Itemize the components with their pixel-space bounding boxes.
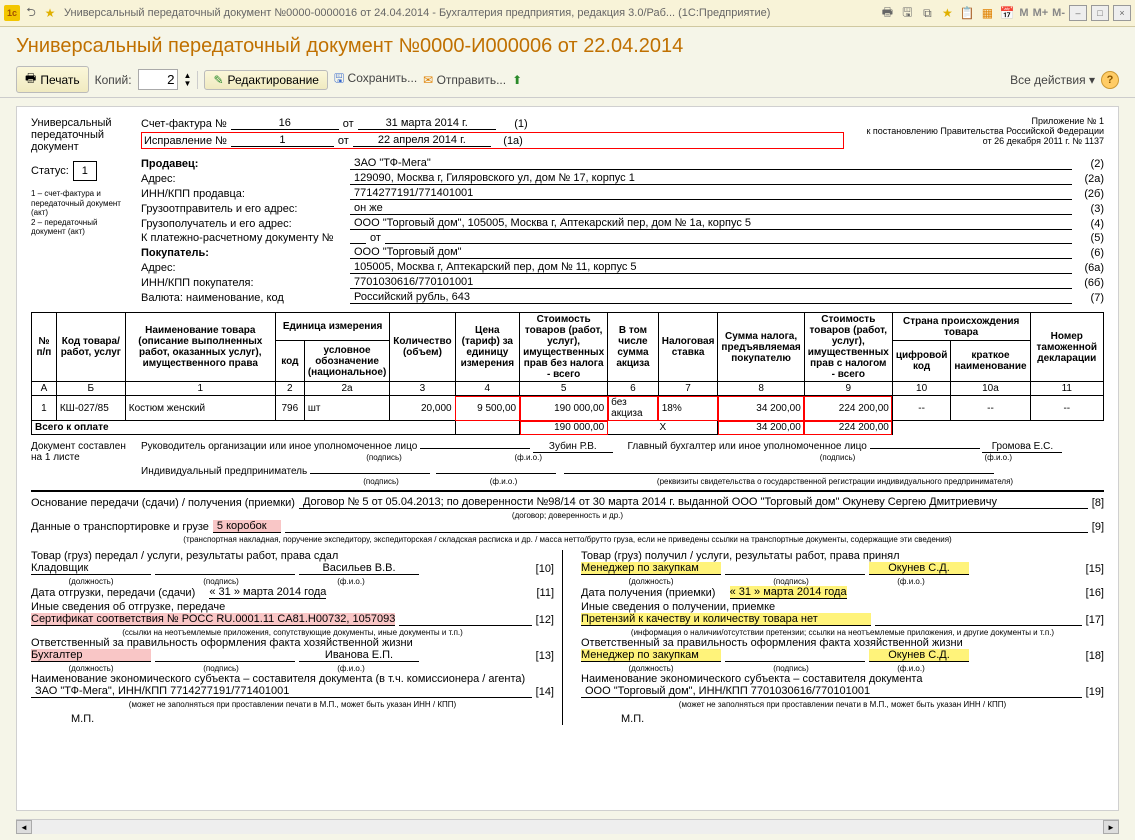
other-ship-info: Сертификат соответствия № РОСС RU.0001.1… (31, 613, 395, 626)
price-highlight: 9 500,00 (455, 396, 520, 421)
items-table: № п/п Код товара/ работ, услуг Наименова… (31, 312, 1104, 435)
mem-mminus[interactable]: M- (1052, 7, 1065, 19)
close-button[interactable]: × (1113, 5, 1131, 21)
received-label: Товар (груз) получил / услуги, результат… (581, 550, 1104, 562)
passed-label: Товар (груз) передал / услуги, результат… (31, 550, 554, 562)
chevron-down-icon: ▾ (1089, 73, 1095, 87)
receive-date: « 31 » марта 2014 года (730, 586, 847, 599)
app-icon-1c: 1c (4, 5, 20, 21)
receiver-position: Менеджер по закупкам (581, 562, 721, 575)
maximize-button[interactable]: □ (1091, 5, 1109, 21)
document-area[interactable]: Универсальный передаточный документ Стат… (16, 106, 1119, 811)
chief-name: Громова Е.С. (982, 441, 1062, 453)
head-name: Зубин Р.В. (533, 441, 613, 453)
resp-sign-right (725, 661, 865, 662)
send-button[interactable]: ✉ Отправить... (423, 73, 506, 87)
resp-name-right: Окунев С.Д. (869, 649, 969, 662)
receiver-name: Окунев С.Д. (869, 562, 969, 575)
seller-inn: 7714277191/771401001 (350, 187, 1072, 200)
econ-subject-left: ЗАО "ТФ-Мега", ИНН/КПП 7714277191/771401… (31, 685, 532, 698)
spinner-icon[interactable]: ▲▼ (184, 72, 192, 88)
export-icon[interactable]: ⬆ (512, 73, 522, 87)
receiver-sign (725, 574, 865, 575)
compare-icon[interactable]: ⧉ (919, 5, 935, 21)
correction-row: Исправление № 1 от 22 апреля 2014 г. (1а… (141, 132, 844, 149)
calendar-icon[interactable]: 📅 (999, 5, 1015, 21)
transport-label: Данные о транспортировке и грузе (31, 521, 209, 533)
printer-icon: 🖶 (25, 69, 36, 90)
sf-no-label: Счет-фактура № (141, 118, 227, 130)
status-label: Статус: (31, 165, 69, 177)
doc-pages-label: Документ составлен на 1 листе (31, 441, 131, 486)
status-value: 1 (73, 161, 97, 181)
diskette-icon: 🖫 (334, 71, 344, 85)
buyer-value: ООО "Торговый дом" (350, 246, 1072, 259)
clipboard-icon[interactable]: 📋 (959, 5, 975, 21)
help-button[interactable]: ? (1101, 71, 1119, 89)
mail-icon: ✉ (423, 73, 433, 87)
seller-address: 129090, Москва г, Гиляровского ул, дом №… (350, 172, 1072, 185)
sender-position: Кладовщик (31, 562, 151, 575)
copies-input[interactable] (138, 69, 178, 90)
buyer-address: 105005, Москва г, Аптекарский пер, дом №… (350, 261, 1072, 274)
minimize-button[interactable]: – (1069, 5, 1087, 21)
save-button[interactable]: 🖫 Сохранить... (334, 69, 417, 90)
doc-type-label: Универсальный передаточный документ (31, 117, 131, 153)
appendix-line3: от 26 декабря 2011 г. № 1137 (844, 137, 1104, 147)
resp-name-left: Иванова Е.П. (299, 649, 419, 662)
mem-m[interactable]: M (1019, 7, 1028, 19)
print-button[interactable]: 🖶 Печать (16, 66, 89, 93)
scroll-left-icon[interactable]: ◄ (16, 820, 32, 834)
ship-date: « 31 » марта 2014 года (209, 586, 326, 599)
seller-value: ЗАО "ТФ-Мега" (350, 157, 1072, 170)
sender-name: Васильев В.В. (299, 562, 419, 575)
head-sign (420, 448, 530, 449)
mem-mplus[interactable]: M+ (1033, 7, 1049, 19)
window-title: Универсальный передаточный документ №000… (64, 7, 879, 19)
calc-icon[interactable]: ▦ (979, 5, 995, 21)
econ-subject-right: ООО "Торговый дом", ИНН/КПП 7701030616/7… (581, 685, 1082, 698)
resp-position-left: Бухгалтер (31, 649, 151, 662)
scroll-right-icon[interactable]: ► (1103, 820, 1119, 834)
basis-label: Основание передачи (сдачи) / получения (… (31, 497, 295, 509)
star-icon[interactable]: ★ (939, 5, 955, 21)
sender-sign (155, 574, 295, 575)
edit-button[interactable]: ✎ Редактирование (204, 70, 327, 90)
basis-value: Договор № 5 от 05.04.2013; по довереннос… (299, 496, 1088, 509)
other-recv-info: Претензий к качеству и количеству товара… (581, 613, 871, 626)
table-row: 1 КШ-027/85 Костюм женский 796 шт 20,000… (32, 396, 1104, 421)
stamp-right: М.П. (621, 713, 1104, 725)
currency-value: Российский рубль, 643 (350, 291, 1072, 304)
titlebar: 1c ⮌ ★ Универсальный передаточный докуме… (0, 0, 1135, 27)
print-icon[interactable]: 🖶 (879, 5, 895, 21)
sf-date: 31 марта 2014 г. (358, 117, 496, 130)
copies-label: Копий: (95, 73, 132, 87)
sf-no: 16 (231, 117, 339, 130)
status-legend: 1 – счет-фактура и передаточный документ… (31, 189, 131, 237)
transport-value: 5 коробок (213, 520, 281, 533)
toolbar: 🖶 Печать Копий: ▲▼ ✎ Редактирование 🖫 Со… (0, 62, 1135, 98)
consignee-value: ООО "Торговый дом", 105005, Москва г, Ап… (350, 217, 1072, 230)
stamp-left: М.П. (71, 713, 554, 725)
horizontal-scrollbar[interactable]: ◄ ► (16, 819, 1119, 834)
shipper-value: он же (350, 202, 1072, 215)
all-actions-button[interactable]: Все действия ▾ (1010, 73, 1095, 87)
page-title: Универсальный передаточный документ №000… (0, 27, 1135, 62)
chief-sign (870, 448, 980, 449)
buyer-inn: 7701030616/770101001 (350, 276, 1072, 289)
resp-position-right: Менеджер по закупкам (581, 649, 721, 662)
edit-icon: ✎ (213, 73, 223, 87)
resp-sign-left (155, 661, 295, 662)
nav-back-icon[interactable]: ⮌ (23, 5, 39, 21)
favorite-icon[interactable]: ★ (42, 5, 58, 21)
save-icon[interactable]: 🖫 (899, 5, 915, 21)
